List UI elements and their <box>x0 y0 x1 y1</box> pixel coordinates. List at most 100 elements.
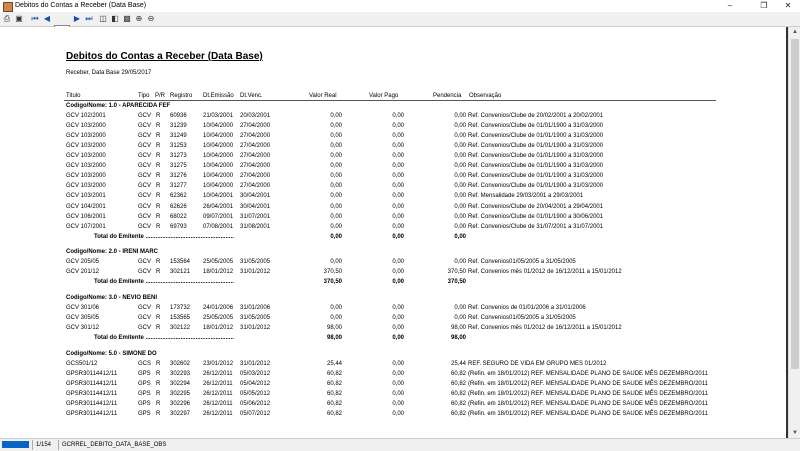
cell-valor-real: 0,00 <box>330 113 342 120</box>
zoom-out-icon[interactable]: ⊖ <box>146 14 156 24</box>
cell-pendencia: 0,00 <box>454 123 466 130</box>
cell-titulo: GPSR30114412/11 <box>66 370 118 377</box>
cell-pr: R <box>156 193 161 200</box>
cell-valor-pago: 0,00 <box>392 400 404 407</box>
cell-observacao: Ref. Convenios/Clube de 31/07/2001 a 31/… <box>468 223 604 230</box>
single-page-view-icon[interactable]: ◫ <box>98 14 108 24</box>
cell-observacao: Ref. Convenios01/05/2005 a 31/05/2005 <box>468 315 576 322</box>
cell-titulo: GCV 103/2000 <box>66 153 106 160</box>
cell-valor-pago: 0,00 <box>392 203 404 210</box>
scrollbar-thumb[interactable] <box>791 39 799 369</box>
maximize-button[interactable]: ❐ <box>752 0 776 12</box>
cell-dt-emissao: 25/05/2005 <box>203 259 234 266</box>
cell-pendencia: 0,00 <box>454 183 466 190</box>
cell-titulo: GCV 205/05 <box>66 259 100 266</box>
report-subtitle: Receber, Data Base 29/05/2017 <box>66 70 152 76</box>
vertical-scrollbar[interactable]: ▲ ▼ <box>788 27 800 438</box>
cell-pendencia: 60,82 <box>450 370 466 377</box>
cell-pr: R <box>156 370 161 377</box>
cell-titulo: GCV 301/06 <box>66 305 100 311</box>
scroll-up-icon[interactable]: ▲ <box>789 27 800 37</box>
cell-dt-emissao: 18/01/2012 <box>203 269 234 276</box>
total-label: Total do Emitente ......................… <box>94 279 234 286</box>
cell-valor-real: 98,00 <box>326 325 342 332</box>
cell-pendencia: 98,00 <box>450 325 466 332</box>
cell-dt-emissao: 10/04/2000 <box>203 183 234 190</box>
status-bar: 1/154 GCRREL_DEBITO_DATA_BASE_OBS <box>0 438 800 451</box>
group-label: Codigo/Nome: 5.0 - SIMONE DO <box>66 350 157 357</box>
cell-pr: R <box>156 153 161 160</box>
cell-dt-emissao: 18/01/2012 <box>203 325 234 332</box>
cell-titulo: GCV 106/2001 <box>66 213 106 220</box>
cell-dt-emissao: 25/05/2005 <box>203 315 234 322</box>
cell-valor-real: 0,00 <box>330 203 342 210</box>
cell-tipo: GCV <box>138 193 152 200</box>
cell-dt-venc: 27/04/2000 <box>240 153 271 160</box>
cell-valor-pago: 0,00 <box>392 380 404 387</box>
cell-valor-real: 60,82 <box>326 390 342 397</box>
cell-dt-emissao: 21/03/2001 <box>203 113 234 120</box>
cell-valor-real: 0,00 <box>330 213 342 220</box>
previous-page-icon[interactable]: ◀ <box>42 14 52 24</box>
cell-valor-pago: 0,00 <box>392 133 404 140</box>
cell-valor-real: 60,82 <box>326 400 342 407</box>
cell-pendencia: 0,00 <box>454 223 466 230</box>
header-observacao: Observação <box>469 93 502 99</box>
cell-pr: R <box>156 213 161 220</box>
cell-pr: R <box>156 411 161 418</box>
cell-pr: R <box>156 325 161 332</box>
cell-titulo: GCV 107/2001 <box>66 223 106 230</box>
scroll-down-icon[interactable]: ▼ <box>789 428 800 438</box>
cell-valor-pago: 0,00 <box>392 370 404 377</box>
cell-dt-venc: 31/07/2001 <box>240 213 271 220</box>
cell-tipo: GCV <box>138 173 152 180</box>
cell-registro: 31273 <box>170 153 187 160</box>
close-button[interactable]: ✕ <box>776 0 800 12</box>
cell-dt-venc: 31/01/2012 <box>240 325 271 332</box>
cell-observacao: (Refin. em 18/01/2012) REF. MENSALIDADE … <box>468 370 708 377</box>
cell-observacao: Ref. Convenios/Clube de 01/01/1900 a 31/… <box>468 153 604 160</box>
status-divider <box>32 440 33 450</box>
next-page-icon[interactable]: ▶ <box>72 14 82 24</box>
cell-dt-emissao: 23/01/2012 <box>203 360 234 367</box>
last-page-icon[interactable]: ⏭ <box>84 14 94 24</box>
cell-pendencia: 0,00 <box>454 213 466 220</box>
fit-page-icon[interactable]: ▩ <box>122 14 132 24</box>
cell-valor-pago: 0,00 <box>392 360 404 367</box>
cell-titulo: GPSR30114412/11 <box>66 380 118 387</box>
cell-dt-venc: 05/05/2012 <box>240 390 271 397</box>
cell-valor-pago: 0,00 <box>392 213 404 220</box>
cell-registro: 62362 <box>170 193 187 200</box>
header-divider <box>64 100 716 101</box>
cell-registro: 153565 <box>170 315 191 322</box>
cell-dt-emissao: 26/04/2001 <box>203 203 234 210</box>
cell-observacao: (Refin. em 18/01/2012) REF. MENSALIDADE … <box>468 390 708 397</box>
cell-valor-pago: 0,00 <box>392 193 404 200</box>
cell-valor-real: 0,00 <box>330 123 342 130</box>
cell-dt-venc: 05/07/2012 <box>240 411 271 418</box>
cell-valor-real: 0,00 <box>330 193 342 200</box>
first-page-icon[interactable]: ⏮ <box>30 14 40 24</box>
cell-dt-emissao: 26/12/2011 <box>203 411 233 418</box>
cell-pendencia: 370,50 <box>447 269 466 276</box>
cell-valor-pago: 0,00 <box>392 113 404 120</box>
printer-icon[interactable]: ⎙ <box>2 14 12 24</box>
cell-dt-emissao: 10/04/2000 <box>203 163 234 170</box>
toolbar: ⎙ ▣ ⏮ ◀ ▶ ⏭ ◫ ◧ ▩ ⊕ ⊖ <box>0 12 800 37</box>
cell-observacao: Ref. Mensalidade 29/03/2001 a 29/03/2001 <box>468 193 584 200</box>
cell-valor-real: 0,00 <box>330 183 342 190</box>
minimize-button[interactable]: – <box>718 0 742 12</box>
total-valor-real: 98,00 <box>326 335 342 342</box>
two-page-view-icon[interactable]: ◧ <box>110 14 120 24</box>
header-registro: Registro <box>170 93 193 99</box>
cell-dt-venc: 27/04/2000 <box>240 163 271 170</box>
zoom-in-icon[interactable]: ⊕ <box>134 14 144 24</box>
cell-registro: 302294 <box>170 380 191 387</box>
cell-valor-real: 0,00 <box>330 163 342 170</box>
cell-titulo: GCV 103/2000 <box>66 133 106 140</box>
cell-pendencia: 0,00 <box>454 163 466 170</box>
cell-tipo: GCV <box>138 153 152 160</box>
title-bar: Debitos do Contas a Receber (Data Base) … <box>0 0 800 12</box>
cell-tipo: GCS <box>138 360 152 367</box>
save-icon[interactable]: ▣ <box>14 14 24 24</box>
